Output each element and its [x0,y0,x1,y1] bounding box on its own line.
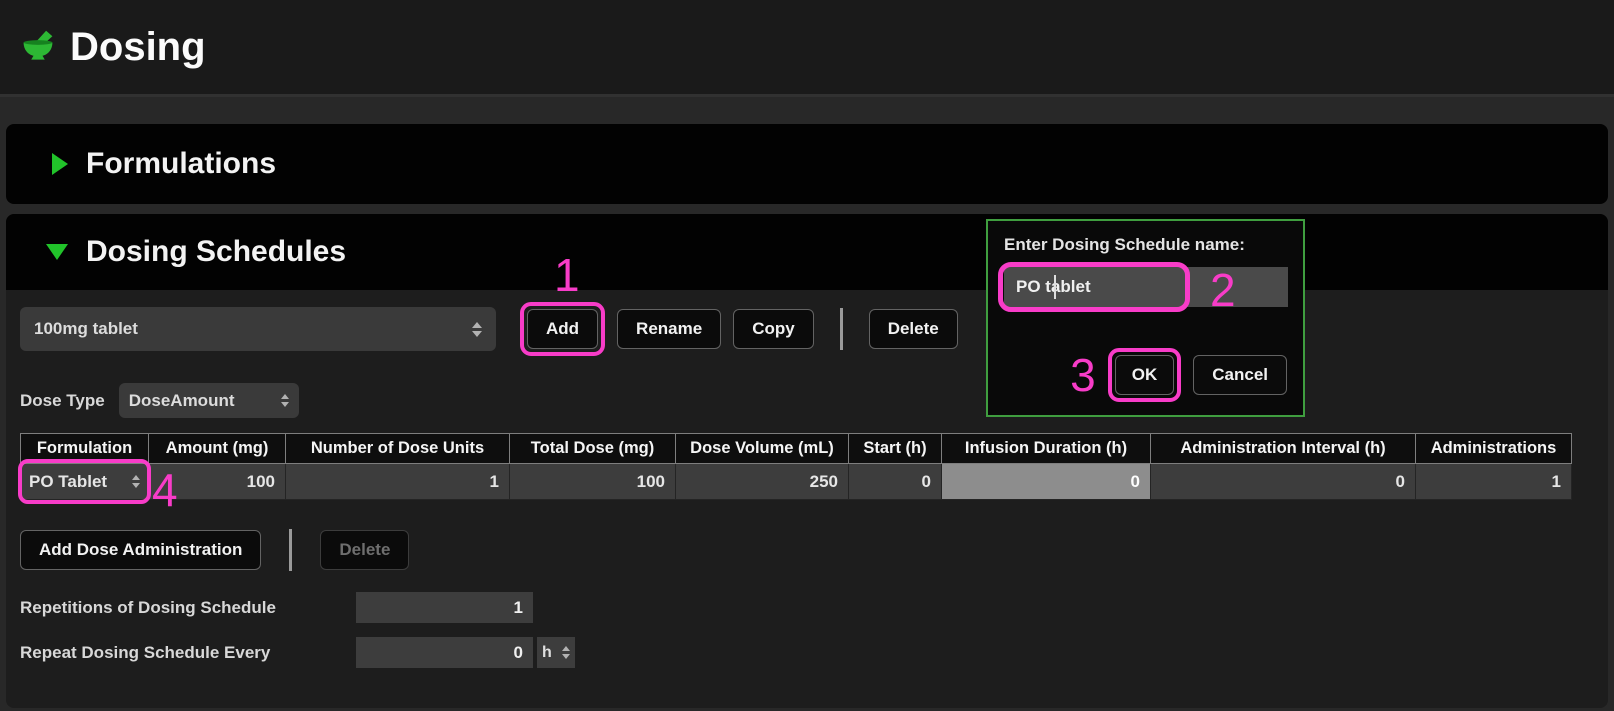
formulations-section-header[interactable]: Formulations [6,124,1608,204]
delete-dose-administration-button[interactable]: Delete [320,530,409,570]
col-start: Start (h) [849,434,942,464]
stepper-icon [472,322,482,337]
annotation-step-2: 2 [1210,267,1236,313]
col-administrations: Administrations [1416,434,1572,464]
page-title: Dosing [70,25,206,70]
schedule-select[interactable]: 100mg tablet [20,307,496,351]
stepper-icon [562,646,570,659]
schedule-name-dialog: Enter Dosing Schedule name: PO tablet 2 … [986,219,1305,417]
dosing-schedules-title: Dosing Schedules [86,235,346,269]
collapsed-arrow-icon [52,153,68,175]
schedule-name-input[interactable]: PO tablet 2 [1004,267,1288,307]
copy-schedule-button[interactable]: Copy [733,309,814,349]
repeat-every-input[interactable]: 0 [356,637,533,668]
table-row: PO Tablet 100 1 100 250 0 0 0 1 [21,464,1572,500]
dose-type-row: Dose Type DoseAmount [20,383,1608,418]
rename-schedule-button[interactable]: Rename [617,309,721,349]
unit-value: h [542,644,552,662]
add-schedule-button[interactable]: Add [527,309,598,349]
dose-type-value: DoseAmount [129,391,235,411]
col-amount: Amount (mg) [149,434,286,464]
stepper-icon [281,394,289,407]
dose-table: Formulation Amount (mg) Number of Dose U… [20,433,1572,500]
expanded-arrow-icon [46,244,68,260]
col-infusion-duration: Infusion Duration (h) [942,434,1151,464]
cell-administrations[interactable]: 1 [1416,464,1572,500]
cancel-button[interactable]: Cancel [1193,355,1287,395]
cell-admin-interval[interactable]: 0 [1151,464,1416,500]
annotation-step-4: 4 [152,467,178,513]
schedule-select-value: 100mg tablet [34,319,138,339]
dose-row-actions: Add Dose Administration Delete [20,529,1608,571]
table-header-row: Formulation Amount (mg) Number of Dose U… [21,434,1572,464]
add-dose-administration-button[interactable]: Add Dose Administration [20,530,261,570]
repetitions-row: Repetitions of Dosing Schedule 1 [20,592,1608,623]
cell-infusion-duration-selected[interactable]: 0 [942,464,1151,500]
dialog-buttons: 3 OK Cancel [1070,348,1287,402]
cell-dose-volume[interactable]: 250 [676,464,849,500]
highlight-box-ok: OK [1108,348,1182,402]
cell-start[interactable]: 0 [849,464,942,500]
cell-formulation-select[interactable]: PO Tablet [21,464,149,500]
col-total-dose: Total Dose (mg) [510,434,676,464]
repeat-every-label: Repeat Dosing Schedule Every [20,643,356,663]
dosing-schedules-section: Dosing Schedules 1 100mg tablet Add Rena… [6,214,1608,708]
repeat-every-row: Repeat Dosing Schedule Every 0 h [20,637,1608,668]
col-num-dose-units: Number of Dose Units [286,434,510,464]
delete-schedule-button[interactable]: Delete [869,309,958,349]
formulation-value: PO Tablet [29,472,107,492]
stepper-icon [132,475,140,488]
col-formulation: Formulation [21,434,149,464]
app-header: Dosing [0,0,1614,97]
dosing-schedules-section-header[interactable]: Dosing Schedules [6,214,1608,290]
dose-type-select[interactable]: DoseAmount [119,383,299,418]
ok-button[interactable]: OK [1115,355,1175,395]
repetitions-input[interactable]: 1 [356,592,533,623]
row-actions-divider [289,529,292,571]
annotation-step-1: 1 [554,252,580,298]
highlight-box-add: Add [520,302,605,356]
dose-type-label: Dose Type [20,391,105,411]
schedule-toolbar: 1 100mg tablet Add Rename Copy Delete [20,302,1608,356]
toolbar-divider [840,308,843,350]
dose-table-wrap: 4 Formulation Amount (mg) Number of Dose… [20,433,1608,500]
text-caret [1054,275,1056,299]
repeat-every-unit-select[interactable]: h [537,637,575,668]
cell-num-dose-units[interactable]: 1 [286,464,510,500]
mortar-pestle-icon [20,29,56,65]
col-dose-volume: Dose Volume (mL) [676,434,849,464]
annotation-step-3: 3 [1070,352,1096,398]
cell-total-dose[interactable]: 100 [510,464,676,500]
col-admin-interval: Administration Interval (h) [1151,434,1416,464]
dosing-schedules-body: 1 100mg tablet Add Rename Copy Delete Do… [6,290,1608,668]
repetitions-label: Repetitions of Dosing Schedule [20,598,356,618]
dosing-page: Dosing Formulations Dosing Schedules 1 1… [0,0,1614,711]
dialog-prompt-label: Enter Dosing Schedule name: [1004,235,1287,255]
formulations-title: Formulations [86,147,276,181]
